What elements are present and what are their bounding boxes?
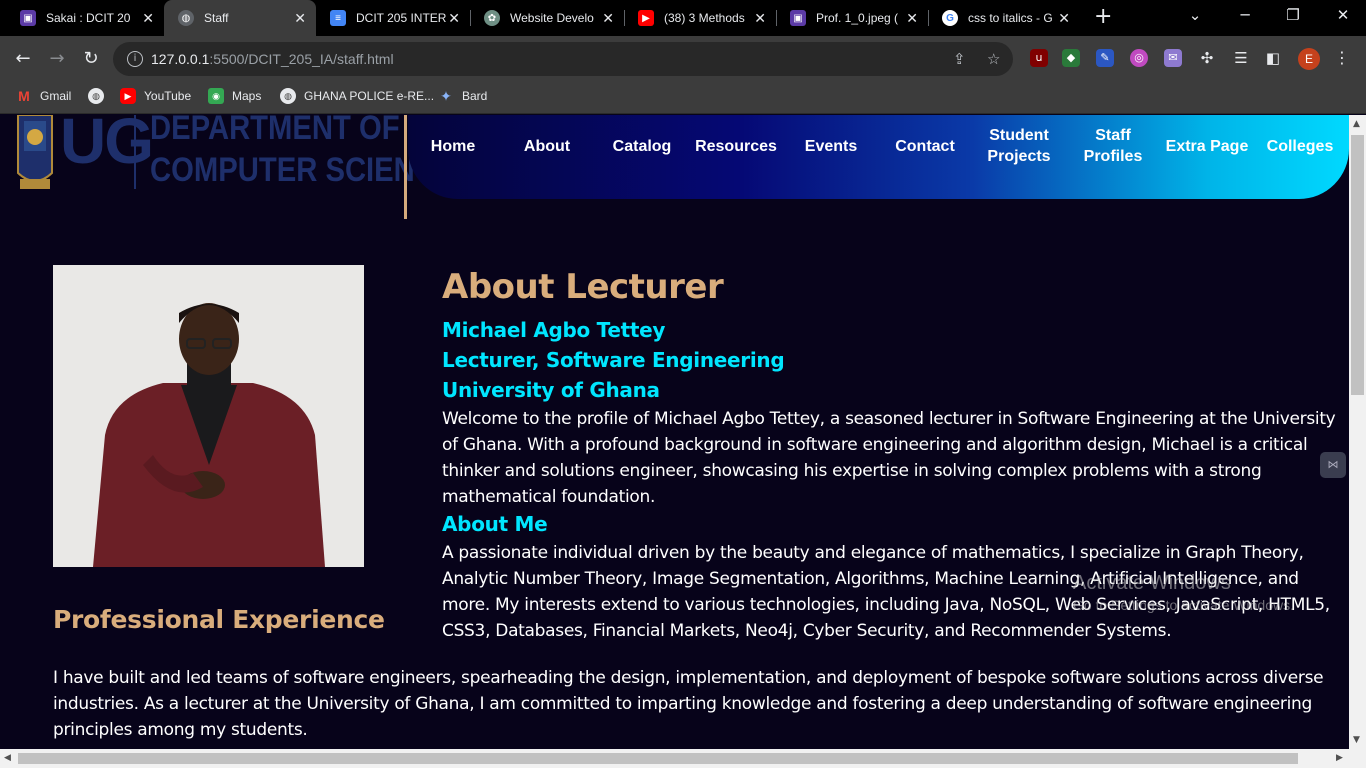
bookmark-maps[interactable]: ◉ Maps (208, 88, 261, 104)
colorzilla-extension-icon[interactable]: ◎ (1130, 49, 1148, 67)
docs-icon: ≡ (330, 10, 346, 26)
professional-experience-heading: Professional Experience (53, 605, 385, 634)
ug-crest-logo (14, 115, 56, 197)
bookmark-bard[interactable]: ✦ Bard (438, 88, 487, 104)
tab-search-chevron-icon[interactable]: ⌄ (1180, 6, 1210, 24)
sidebar-toggle-widget[interactable]: ⋈ (1320, 452, 1346, 478)
bard-icon: ✦ (440, 87, 452, 104)
nav-extra-page[interactable]: Extra Page (1162, 115, 1252, 177)
address-bar[interactable]: i 127.0.0.1:5500/DCIT_205_IA/staff.html … (113, 42, 1013, 76)
bookmark-star-icon[interactable]: ☆ (987, 50, 1000, 68)
sakai-icon: ▣ (20, 10, 36, 26)
chatgpt-icon: ✿ (484, 10, 500, 26)
youtube-icon: ▶ (120, 88, 136, 104)
close-icon[interactable]: ✕ (906, 10, 918, 26)
nav-staff-profiles[interactable]: Staff Profiles (1068, 115, 1158, 177)
restore-button[interactable]: ❐ (1278, 6, 1308, 24)
horizontal-scrollbar[interactable]: ◀ ▶ (0, 749, 1366, 768)
youtube-icon: ▶ (638, 10, 654, 26)
nav-student-projects[interactable]: Student Projects (974, 115, 1064, 177)
profile-avatar[interactable]: E (1298, 48, 1320, 70)
close-icon[interactable]: ✕ (754, 10, 766, 26)
about-me-heading: About Me (442, 512, 548, 536)
tab-dcit205[interactable]: ≡ DCIT 205 INTER ✕ (316, 0, 470, 36)
media-control-icon[interactable]: ☰ (1232, 49, 1250, 67)
back-arrow-icon[interactable]: ← (10, 46, 36, 72)
extension-icon[interactable]: ◆ (1062, 49, 1080, 67)
logo-ug-letters: UG (60, 115, 154, 177)
intro-paragraph: Welcome to the profile of Michael Agbo T… (442, 409, 1336, 507)
tab-website-dev[interactable]: ✿ Website Develo ✕ (470, 0, 624, 36)
main-navigation: Home About Catalog Resources Events Cont… (408, 115, 1349, 199)
share-icon[interactable]: ⇪ (953, 50, 966, 68)
scroll-right-arrow-icon[interactable]: ▶ (1336, 753, 1343, 763)
close-icon[interactable]: ✕ (142, 10, 154, 26)
close-icon[interactable]: ✕ (602, 10, 614, 26)
site-info-icon[interactable]: i (127, 51, 143, 67)
forward-arrow-icon[interactable]: → (44, 46, 70, 72)
side-panel-icon[interactable]: ◧ (1264, 49, 1282, 67)
scroll-down-arrow-icon[interactable]: ▼ (1353, 735, 1360, 745)
more-menu-icon[interactable]: ⋮ (1334, 48, 1350, 67)
mail-extension-icon[interactable]: ✉ (1164, 49, 1182, 67)
browser-tab-strip: ▣ Sakai : DCIT 20 ✕ ◍ Staff ✕ ≡ DCIT 205… (0, 0, 1366, 36)
close-icon[interactable]: ✕ (294, 10, 306, 26)
tab-youtube[interactable]: ▶ (38) 3 Methods ✕ (624, 0, 776, 36)
nav-about[interactable]: About (502, 115, 592, 177)
bookmark-ghana-police[interactable]: ◍ GHANA POLICE e-RE... (280, 88, 434, 104)
page-viewport: UG DEPARTMENT OF COMPUTER SCIENCE Home A… (0, 115, 1349, 749)
tab-prof-image[interactable]: ▣ Prof. 1_0.jpeg ( ✕ (776, 0, 928, 36)
new-tab-button[interactable]: + (1094, 4, 1112, 30)
logo-divider (134, 115, 136, 189)
globe-icon: ◍ (178, 10, 194, 26)
about-lecturer-heading: About Lecturer (442, 267, 724, 307)
nav-resources[interactable]: Resources (691, 115, 781, 177)
vertical-scrollbar[interactable]: ▲ ▼ (1349, 115, 1366, 749)
bookmark-youtube[interactable]: ▶ YouTube (120, 88, 191, 104)
pen-extension-icon[interactable]: ✎ (1096, 49, 1114, 67)
ublock-extension-icon[interactable]: u (1030, 49, 1048, 67)
horizontal-scroll-thumb[interactable] (18, 753, 1298, 764)
globe-icon: ◍ (280, 88, 296, 104)
windows-activation-watermark: Activate Windows Go to Settings to activ… (1073, 572, 1294, 613)
gmail-icon: M (18, 88, 30, 104)
url-text[interactable]: 127.0.0.1:5500/DCIT_205_IA/staff.html (151, 51, 394, 67)
lecturer-name: Michael Agbo Tettey (442, 318, 666, 342)
lecturer-institution: University of Ghana (442, 378, 660, 402)
maps-icon: ◉ (208, 88, 224, 104)
nav-contact[interactable]: Contact (880, 115, 970, 177)
close-icon[interactable]: ✕ (1058, 10, 1070, 26)
window-close-button[interactable]: ✕ (1328, 6, 1358, 24)
tab-sakai[interactable]: ▣ Sakai : DCIT 20 ✕ (6, 0, 164, 36)
browser-toolbar: ← → ↻ i 127.0.0.1:5500/DCIT_205_IA/staff… (0, 36, 1366, 82)
nav-catalog[interactable]: Catalog (597, 115, 687, 177)
puzzle-icon[interactable]: ✣ (1198, 49, 1216, 67)
bookmark-gmail[interactable]: M Gmail (16, 88, 71, 104)
scroll-left-arrow-icon[interactable]: ◀ (4, 753, 11, 763)
close-icon[interactable]: ✕ (448, 10, 460, 26)
scroll-up-arrow-icon[interactable]: ▲ (1353, 119, 1360, 129)
lecturer-position: Lecturer, Software Engineering (442, 348, 785, 372)
globe-icon: ◍ (88, 88, 104, 104)
nav-events[interactable]: Events (786, 115, 876, 177)
tab-staff[interactable]: ◍ Staff ✕ (164, 0, 316, 36)
reload-icon[interactable]: ↻ (78, 46, 104, 72)
nav-home[interactable]: Home (408, 115, 498, 177)
vertical-scroll-thumb[interactable] (1351, 135, 1364, 395)
nav-colleges[interactable]: Colleges (1255, 115, 1345, 177)
experience-paragraph: I have built and led teams of software e… (53, 668, 1324, 740)
bookmarks-bar: M Gmail ◍ ▶ YouTube ◉ Maps ◍ GHANA POLIC… (0, 82, 1366, 114)
minimize-button[interactable]: ─ (1230, 6, 1260, 24)
lecturer-photo (53, 265, 364, 567)
sakai-icon: ▣ (790, 10, 806, 26)
tab-google-search[interactable]: G css to italics - G ✕ (928, 0, 1080, 36)
header-divider-line (404, 115, 407, 219)
google-icon: G (942, 10, 958, 26)
bookmark-globe[interactable]: ◍ (88, 88, 112, 104)
